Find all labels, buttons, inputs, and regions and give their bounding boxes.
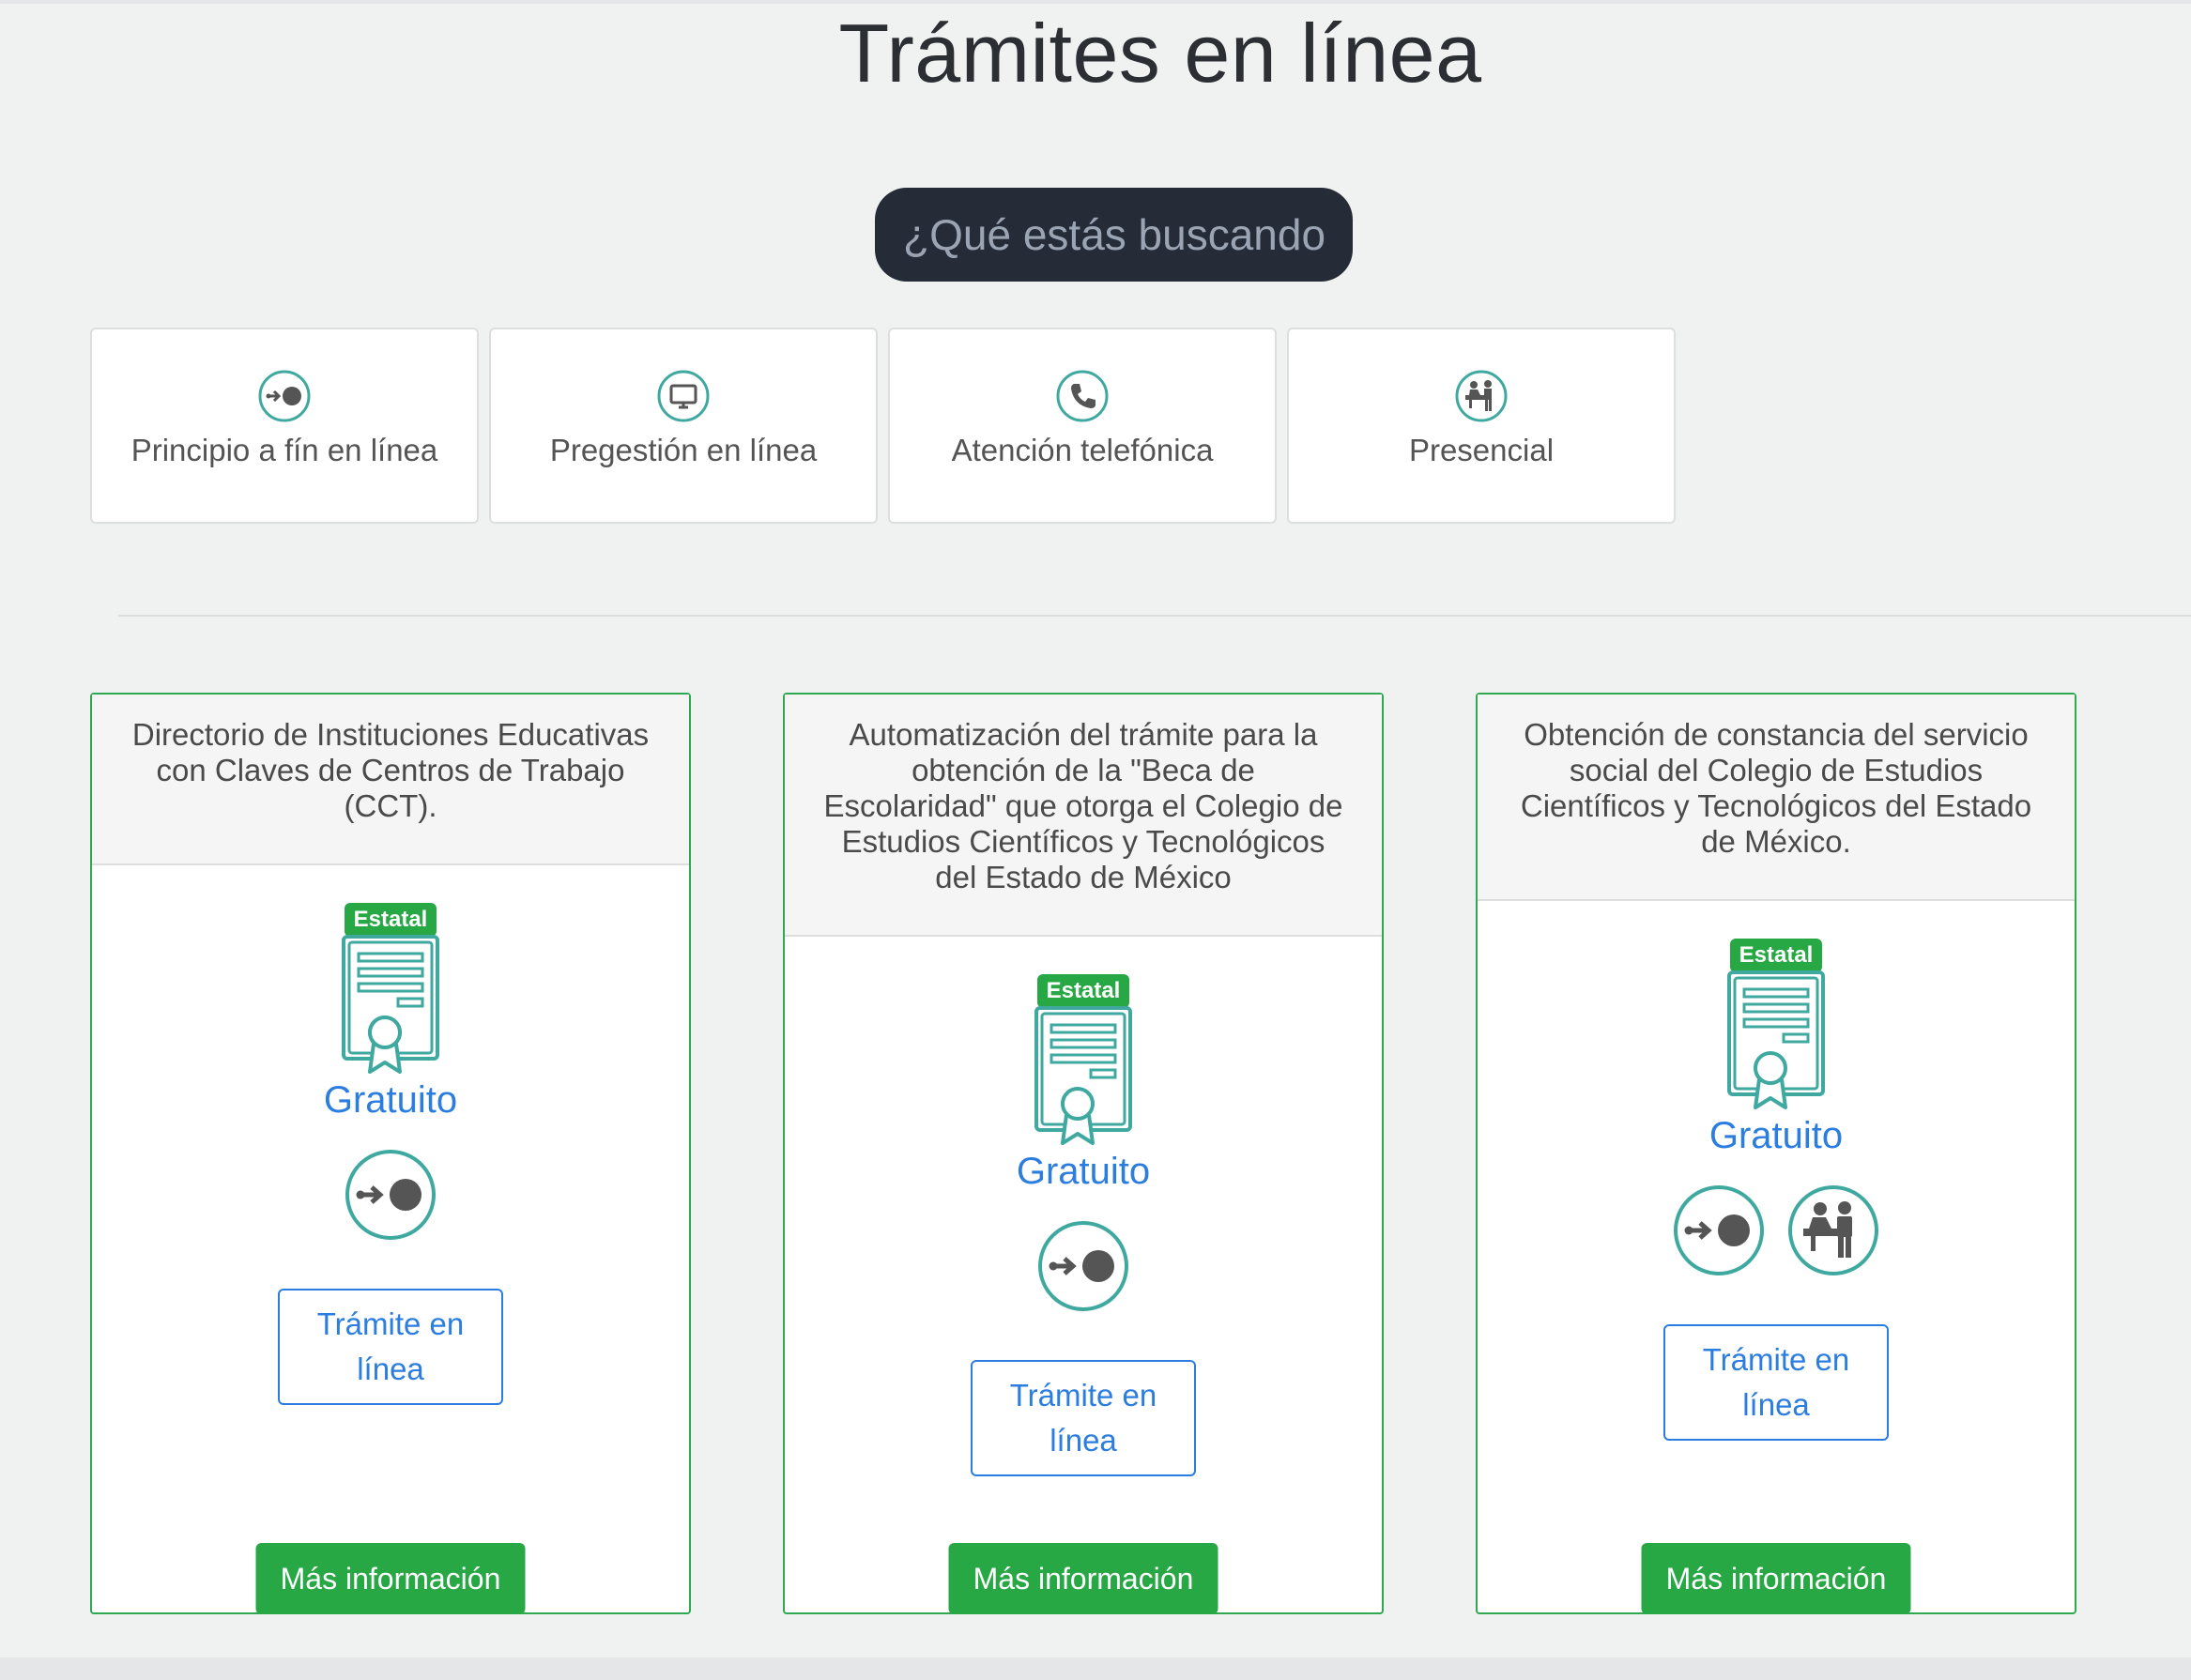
page-title: Trámites en línea bbox=[838, 7, 1482, 99]
top-border bbox=[0, 0, 2191, 4]
channel-icons bbox=[1036, 1219, 1130, 1313]
arrow-dot-icon bbox=[1672, 1184, 1766, 1277]
tramite-card: Automatización del trámite para la obten… bbox=[783, 693, 1384, 1614]
mas-informacion-button[interactable]: Más información bbox=[1641, 1543, 1911, 1614]
filter-principio-a-fin[interactable]: Principio a fín en línea bbox=[90, 328, 479, 524]
card-title: Automatización del trámite para la obten… bbox=[785, 695, 1382, 937]
tramite-cards: Directorio de Instituciones Educativas c… bbox=[90, 693, 2076, 1614]
estatal-badge: Estatal bbox=[1729, 939, 1823, 972]
people-desk-icon bbox=[1786, 1184, 1880, 1277]
monitor-icon bbox=[656, 369, 711, 423]
channel-icons bbox=[1672, 1184, 1880, 1277]
channel-icons bbox=[344, 1148, 437, 1242]
card-title: Directorio de Instituciones Educativas c… bbox=[92, 695, 689, 865]
filter-label: Atención telefónica bbox=[951, 433, 1214, 467]
tramite-en-linea-button[interactable]: Trámite en línea bbox=[278, 1289, 503, 1405]
mas-informacion-button[interactable]: Más información bbox=[948, 1543, 1218, 1614]
card-title: Obtención de constancia del servicio soc… bbox=[1478, 695, 2075, 901]
arrow-dot-icon bbox=[344, 1148, 437, 1242]
certificate-icon bbox=[336, 933, 445, 1076]
tramite-card: Directorio de Instituciones Educativas c… bbox=[90, 693, 691, 1614]
filter-label: Presencial bbox=[1408, 433, 1555, 467]
filter-bar: Principio a fín en línea Pregestión en l… bbox=[90, 328, 1676, 524]
mas-informacion-button[interactable]: Más información bbox=[255, 1543, 526, 1614]
tramite-card: Obtención de constancia del servicio soc… bbox=[1476, 693, 2076, 1614]
filter-label: Pregestión en línea bbox=[549, 433, 818, 467]
tramite-en-linea-button[interactable]: Trámite en línea bbox=[971, 1360, 1196, 1476]
section-divider bbox=[118, 615, 2191, 617]
filter-atencion-telefonica[interactable]: Atención telefónica bbox=[888, 328, 1277, 524]
certificate-icon bbox=[1029, 1004, 1138, 1147]
filter-presencial[interactable]: Presencial bbox=[1287, 328, 1676, 524]
price-label: Gratuito bbox=[1708, 1115, 1844, 1156]
search-input[interactable] bbox=[875, 188, 1353, 282]
filter-label: Principio a fín en línea bbox=[130, 433, 438, 467]
price-label: Gratuito bbox=[1016, 1151, 1151, 1192]
certificate-icon bbox=[1722, 969, 1831, 1111]
filter-pregestion[interactable]: Pregestión en línea bbox=[489, 328, 878, 524]
estatal-badge: Estatal bbox=[1036, 974, 1130, 1008]
bottom-strip bbox=[0, 1657, 2191, 1680]
arrow-dot-icon bbox=[257, 369, 312, 423]
estatal-badge: Estatal bbox=[344, 903, 437, 937]
arrow-dot-icon bbox=[1036, 1219, 1130, 1313]
people-desk-icon bbox=[1454, 369, 1509, 423]
phone-icon bbox=[1055, 369, 1110, 423]
price-label: Gratuito bbox=[323, 1079, 458, 1121]
tramite-en-linea-button[interactable]: Trámite en línea bbox=[1663, 1324, 1889, 1441]
